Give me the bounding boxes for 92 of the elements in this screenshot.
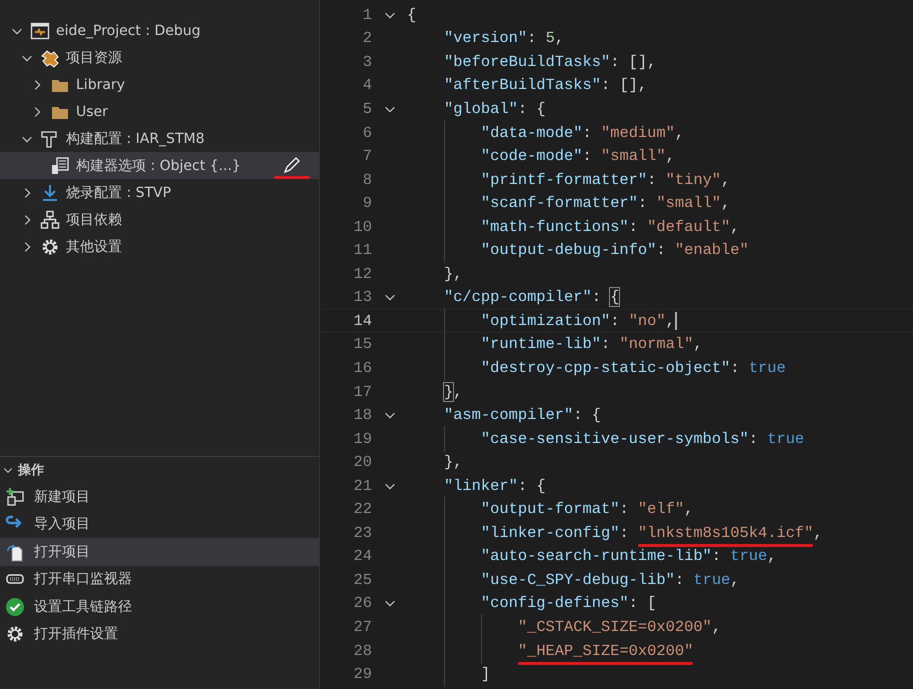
line-number: 7	[362, 147, 372, 166]
pencil-icon[interactable]	[282, 155, 302, 175]
line-number: 6	[362, 124, 372, 142]
action-item[interactable]: 打开项目	[0, 538, 319, 566]
new-project-icon	[5, 486, 25, 507]
code-line: "beforeBuildTasks": [],	[442, 52, 656, 71]
line-number: 3	[362, 52, 372, 71]
tree-item[interactable]: 烧录配置 : STVP	[0, 179, 319, 206]
tree-item[interactable]: 构建配置 : IAR_STM8	[0, 125, 319, 152]
code-line: "c/cpp-compiler": {	[442, 288, 620, 306]
tree-item-label: 项目依赖	[66, 210, 122, 228]
line-number: 18	[352, 406, 372, 424]
action-item[interactable]: 打开串口监视器	[0, 566, 319, 593]
code-line: "version": 5,	[442, 29, 564, 48]
line-number: 16	[352, 358, 372, 377]
line-number: 24	[352, 547, 372, 566]
line-number: 10	[352, 218, 372, 236]
line-number: 17	[352, 382, 372, 401]
code-line: {	[407, 6, 416, 24]
line-number: 8	[362, 170, 372, 189]
code-line: "config-defines": [	[407, 594, 656, 612]
action-label: 设置工具链路径	[34, 598, 132, 616]
line-number: 27	[352, 618, 372, 636]
tree-item[interactable]: User	[0, 98, 319, 125]
line-number: 22	[352, 500, 372, 518]
section-header[interactable]: 操作	[0, 457, 319, 483]
code-line: "printf-formatter": "tiny",	[407, 170, 730, 189]
section-title: 操作	[18, 462, 44, 479]
line-number: 5	[362, 100, 372, 118]
tree-item-label: 烧录配置 : STVP	[66, 184, 172, 202]
code-line: },	[442, 382, 462, 401]
tree-item[interactable]: eide_Project : Debug	[0, 17, 319, 44]
tree-item[interactable]: 项目依赖	[0, 206, 319, 233]
code-line: "code-mode": "small",	[407, 147, 675, 166]
tree-item-label: 构建配置 : IAR_STM8	[66, 130, 204, 148]
line-number: 2	[362, 29, 372, 48]
code-line: "math-functions": "default",	[407, 218, 740, 236]
action-label: 导入项目	[34, 515, 90, 534]
line-number: 4	[362, 76, 372, 94]
tree-item[interactable]: 项目资源	[0, 44, 319, 71]
action-label: 新建项目	[34, 488, 90, 506]
line-number: 11	[352, 241, 372, 260]
document-icon	[50, 156, 70, 176]
line-number: 1	[362, 6, 372, 24]
line-number: 14	[352, 312, 372, 330]
tree-item[interactable]: 构建器选项 : Object {...}	[0, 152, 319, 179]
code-line: "use-C_SPY-debug-lib": true,	[407, 570, 740, 589]
tree-item-label: 其他设置	[66, 238, 122, 256]
check-circle-icon	[5, 596, 25, 617]
hierarchy-icon	[40, 210, 60, 230]
tree-item[interactable]: Library	[0, 71, 319, 98]
code-line: "auto-search-runtime-lib": true,	[407, 547, 776, 566]
settings-icon	[5, 624, 25, 644]
code-line: },	[442, 453, 462, 472]
line-number: 23	[352, 524, 372, 542]
code-line: "linker-config": "lnkstm8s105k4.icf",	[407, 524, 823, 542]
tree-item-label: Library	[76, 76, 125, 92]
line-number: 15	[352, 335, 372, 354]
text-cursor	[674, 312, 677, 330]
line-number: 29	[352, 665, 372, 684]
line-number: 26	[352, 594, 372, 612]
line-number: 28	[352, 642, 372, 660]
action-item[interactable]: 新建项目	[0, 483, 319, 510]
line-number: 13	[352, 288, 372, 306]
action-item[interactable]: 打开插件设置	[0, 620, 319, 648]
tree-item-label: eide_Project : Debug	[56, 22, 201, 38]
line-number: 12	[352, 264, 372, 283]
line-number: 9	[362, 194, 372, 212]
action-label: 打开项目	[34, 542, 90, 561]
code-line: "global": {	[442, 100, 546, 118]
puzzle-icon	[40, 48, 60, 68]
tree-item[interactable]: 其他设置	[0, 233, 319, 260]
code-line: "linker": {	[442, 476, 546, 495]
tree-item-label: 构建器选项 : Object {...}	[76, 156, 241, 174]
tree-item-label: 项目资源	[66, 48, 122, 66]
settings-icon	[40, 236, 60, 256]
download-icon	[40, 182, 60, 202]
code-line: "afterBuildTasks": [],	[442, 76, 648, 94]
line-number: 20	[352, 453, 372, 472]
code-line: "scanf-formatter": "small",	[407, 194, 730, 212]
code-line: "asm-compiler": {	[442, 406, 601, 424]
action-item[interactable]: 导入项目	[0, 510, 319, 538]
action-label: 打开串口监视器	[34, 570, 132, 588]
window-icon	[30, 20, 50, 40]
line-number: 25	[352, 570, 372, 589]
line-number: 19	[352, 430, 372, 448]
action-label: 打开插件设置	[34, 625, 118, 644]
code-line: "runtime-lib": "normal",	[407, 335, 703, 354]
code-line: },	[442, 264, 462, 283]
tree-item-label: User	[76, 104, 108, 120]
action-item[interactable]: 设置工具链路径	[0, 593, 319, 620]
line-number: 21	[352, 476, 372, 495]
